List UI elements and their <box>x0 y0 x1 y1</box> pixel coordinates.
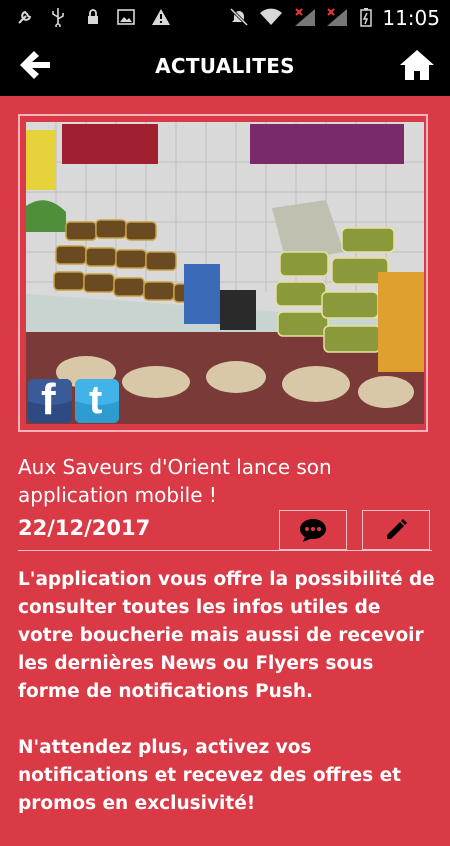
pencil-icon <box>387 519 407 539</box>
edit-button[interactable] <box>362 510 430 550</box>
twitter-share-button[interactable]: t <box>75 378 119 423</box>
divider <box>18 550 432 551</box>
wrench-icon <box>14 8 36 26</box>
battery-icon <box>358 8 374 27</box>
usb-icon <box>48 8 68 27</box>
status-time: 11:05 <box>382 6 440 30</box>
comment-icon <box>300 519 326 542</box>
twitter-label: t <box>89 378 103 422</box>
facebook-label: f <box>41 375 56 424</box>
article-date: 22/12/2017 <box>18 516 151 540</box>
signal-off-icon <box>292 8 318 26</box>
article-body: L'application vous offre la possibilité … <box>18 566 438 846</box>
home-button[interactable] <box>396 44 438 86</box>
article-title: Aux Saveurs d'Orient lance son applicati… <box>18 455 332 507</box>
wifi-icon <box>258 8 284 26</box>
article-paragraph: N'attendez plus, activez vos notificatio… <box>18 737 402 814</box>
warning-icon <box>150 8 172 26</box>
image-icon <box>116 8 136 26</box>
home-icon <box>400 50 434 80</box>
page-title: ACTUALITES <box>155 54 295 78</box>
facebook-share-button[interactable]: f <box>28 375 72 424</box>
article-paragraph: L'application vous offre la possibilité … <box>18 569 435 702</box>
app-header: ACTUALITES <box>0 34 450 96</box>
signal-off-icon <box>324 8 350 26</box>
comment-button[interactable] <box>279 510 347 550</box>
mute-icon <box>228 7 250 27</box>
lock-icon <box>84 8 102 26</box>
status-bar: 11:05 <box>0 0 450 34</box>
